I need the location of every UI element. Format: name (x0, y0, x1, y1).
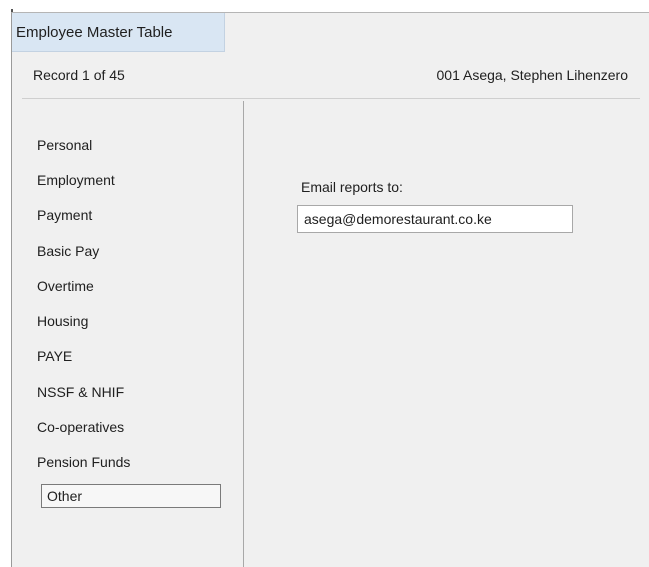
nav-item-payment[interactable]: Payment (37, 207, 92, 223)
nav-item-overtime[interactable]: Overtime (37, 278, 94, 294)
record-count: Record 1 of 45 (33, 67, 125, 83)
nav-item-personal[interactable]: Personal (37, 137, 92, 153)
nav-item-co-operatives[interactable]: Co-operatives (37, 419, 124, 435)
window-title: Employee Master Table (16, 23, 173, 41)
nav-item-housing[interactable]: Housing (37, 313, 88, 329)
window-title-tab[interactable]: Employee Master Table (12, 13, 225, 52)
nav-item-pension-funds[interactable]: Pension Funds (37, 454, 130, 470)
employee-master-window: Employee Master Table Record 1 of 45 001… (11, 12, 649, 567)
email-reports-label: Email reports to: (301, 179, 403, 195)
title-bar-background (225, 13, 649, 52)
nav-item-employment[interactable]: Employment (37, 172, 115, 188)
employee-name: 001 Asega, Stephen Lihenzero (436, 67, 629, 83)
nav-item-paye[interactable]: PAYE (37, 348, 72, 364)
nav-item-basic-pay[interactable]: Basic Pay (37, 243, 99, 259)
nav-item-other[interactable]: Other (41, 484, 221, 508)
section-nav-panel: Personal Employment Payment Basic Pay Ov… (22, 101, 244, 567)
nav-item-nssf-nhif[interactable]: NSSF & NHIF (37, 384, 124, 400)
email-reports-field[interactable] (297, 205, 573, 233)
record-bar: Record 1 of 45 001 Asega, Stephen Lihenz… (22, 52, 640, 99)
other-section-content: Email reports to: (245, 101, 649, 567)
